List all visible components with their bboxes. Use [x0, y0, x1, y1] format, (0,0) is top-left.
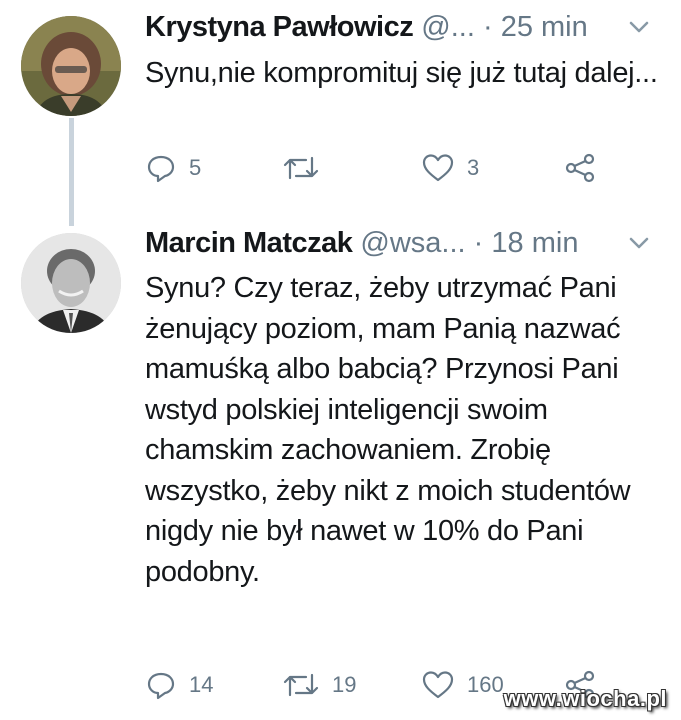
heart-icon [422, 671, 454, 699]
tweet-text: Synu,nie kompromituj się już tutaj dalej… [145, 57, 658, 89]
timestamp[interactable]: 18 min [491, 227, 578, 259]
thread-connector-line [69, 118, 74, 226]
retweet-count: 19 [332, 672, 357, 697]
avatar-image [21, 233, 121, 333]
chevron-down-icon[interactable] [625, 223, 653, 263]
author-handle[interactable]: @... [421, 11, 475, 43]
like-count: 160 [467, 672, 504, 697]
tweet-header: Marcin Matczak @wsa... · 18 min [145, 223, 667, 263]
reply-button[interactable]: 14 [145, 667, 213, 703]
reply-count: 5 [189, 155, 202, 180]
retweet-icon [283, 673, 319, 697]
like-count: 3 [467, 155, 480, 180]
reply-button[interactable]: 5 [145, 150, 201, 186]
avatar-marcin[interactable] [21, 233, 121, 333]
separator-dot: · [482, 11, 493, 43]
separator-dot: · [473, 227, 484, 259]
like-button[interactable]: 3 [421, 150, 479, 186]
author-name[interactable]: Marcin Matczak [145, 227, 353, 259]
like-button[interactable]: 160 [421, 667, 504, 703]
tweet-actions: 5 3 [145, 150, 665, 186]
retweet-icon [283, 156, 319, 180]
author-name[interactable]: Krystyna Pawłowicz [145, 11, 414, 43]
tweet-header: Krystyna Pawłowicz @... · 25 min [145, 7, 667, 47]
reply-icon [147, 672, 175, 700]
avatar-krystyna[interactable] [21, 16, 121, 116]
author-handle[interactable]: @wsa... [360, 227, 465, 259]
timestamp[interactable]: 25 min [501, 11, 588, 43]
tweet-text: Synu? Czy teraz, żeby utrzymać Pani żenu… [145, 272, 631, 588]
chevron-down-icon[interactable] [625, 7, 653, 47]
share-button[interactable] [563, 150, 597, 186]
retweet-button[interactable]: 19 [282, 667, 356, 703]
reply-icon [147, 155, 175, 183]
watermark: www.wiocha.pl [503, 686, 667, 711]
avatar-image [21, 16, 121, 116]
heart-icon [422, 154, 454, 182]
retweet-button[interactable] [282, 150, 332, 186]
share-icon [565, 153, 595, 183]
reply-count: 14 [189, 672, 214, 697]
